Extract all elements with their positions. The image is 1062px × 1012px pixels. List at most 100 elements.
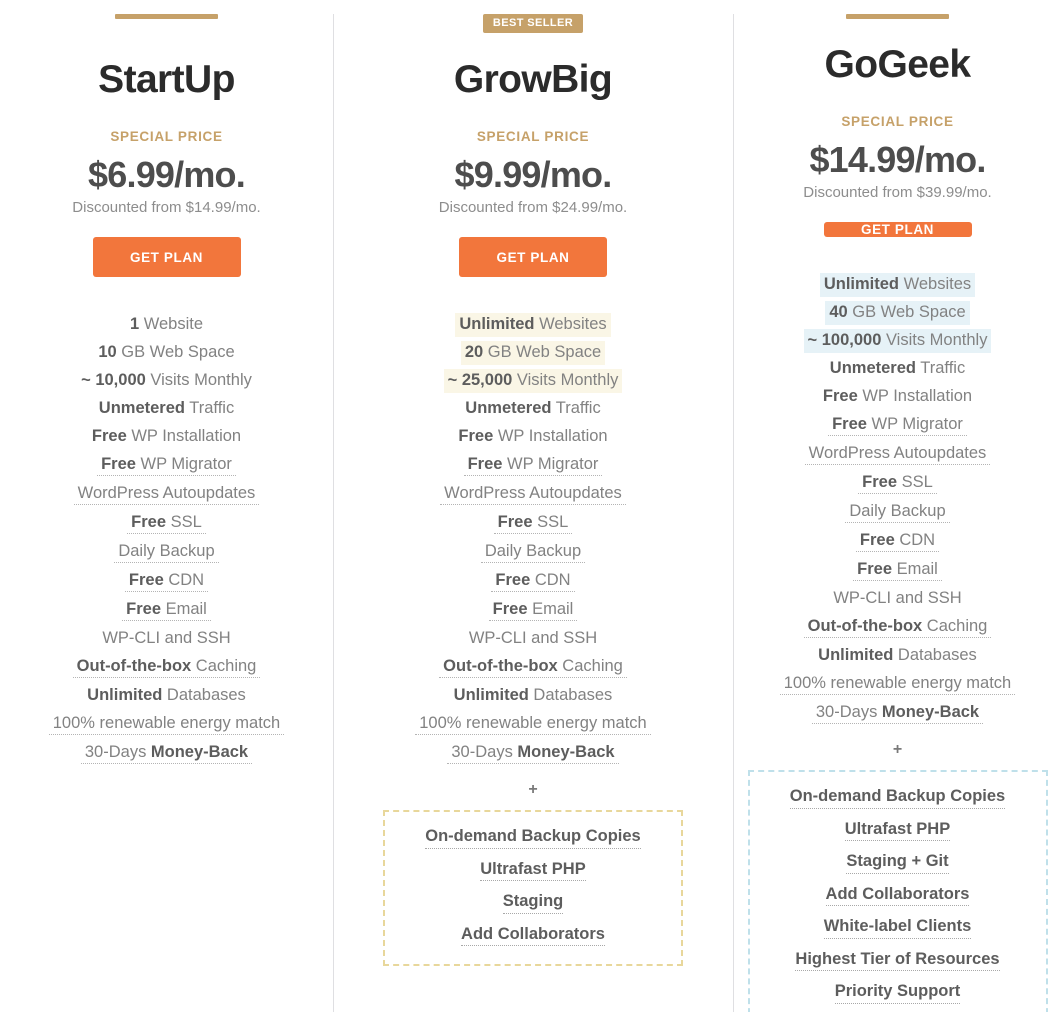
- extra-feature-item[interactable]: Ultrafast PHP: [844, 821, 951, 842]
- feature-item[interactable]: Free WP Migrator: [828, 413, 967, 437]
- feature-label: WP Installation: [493, 427, 608, 446]
- feature-highlight-text: Free: [128, 571, 164, 590]
- feature-item: WP-CLI and SSH: [98, 627, 234, 651]
- feature-item[interactable]: 100% renewable energy match: [415, 712, 651, 736]
- feature-label: SSL: [532, 513, 569, 532]
- feature-highlight-text: Out-of-the-box: [807, 617, 923, 636]
- feature-item[interactable]: Out-of-the-box Caching: [803, 615, 992, 639]
- get-plan-button[interactable]: GET PLAN: [92, 237, 241, 278]
- feature-item: Unmetered Traffic: [95, 397, 238, 421]
- feature-label: Caching: [557, 657, 623, 676]
- feature-item: Unlimited Databases: [814, 644, 981, 668]
- feature-item[interactable]: Daily Backup: [480, 540, 586, 564]
- feature-highlight-text: Unlimited: [818, 646, 894, 665]
- feature-item[interactable]: Free SSL: [127, 511, 206, 535]
- plan-column-growbig: BEST SELLER GrowBig SPECIAL PRICE $9.99/mo.…: [333, 0, 733, 1012]
- extra-feature-item[interactable]: Highest Tier of Resources: [795, 951, 1000, 972]
- feature-item[interactable]: Free SSL: [858, 471, 937, 495]
- feature-item[interactable]: 30-Days Money-Back: [80, 741, 253, 765]
- feature-item[interactable]: Daily Backup: [114, 540, 219, 564]
- feature-item[interactable]: WordPress Autoupdates: [804, 442, 991, 466]
- feature-label: WP-CLI and SSH: [102, 629, 231, 648]
- feature-item[interactable]: 100% renewable energy match: [48, 712, 285, 736]
- extra-feature-item[interactable]: Add Collaborators: [461, 926, 605, 947]
- get-plan-button[interactable]: GET PLAN: [459, 237, 607, 278]
- feature-label: Databases: [893, 646, 977, 665]
- feature-label: GB Web Space: [483, 343, 602, 362]
- feature-item: Unmetered Traffic: [461, 397, 604, 421]
- feature-item[interactable]: WordPress Autoupdates: [73, 482, 260, 506]
- feature-label: Websites: [899, 275, 972, 294]
- feature-label: WP Migrator: [866, 415, 963, 434]
- plan-price: $6.99/mo.: [88, 153, 246, 195]
- feature-highlight-text: Free: [495, 571, 531, 590]
- feature-item[interactable]: Out-of-the-box Caching: [439, 655, 627, 679]
- feature-highlight-text: Unlimited: [459, 315, 535, 334]
- feature-label: Website: [139, 315, 204, 334]
- extra-feature-item[interactable]: Staging: [502, 893, 564, 914]
- feature-highlight-text: ~ 25,000: [447, 371, 513, 390]
- feature-item[interactable]: Free Email: [122, 598, 211, 622]
- extra-features-box: On-demand Backup Copies Ultrafast PHP Stag…: [747, 770, 1048, 1012]
- feature-label: Email: [527, 600, 574, 619]
- feature-item[interactable]: Free CDN: [491, 569, 575, 593]
- special-price-label: SPECIAL PRICE: [841, 114, 954, 129]
- feature-highlight-text: Unmetered: [465, 399, 552, 418]
- feature-label: Traffic: [915, 359, 966, 378]
- discounted-from-text: Discounted from $24.99/mo.: [438, 199, 628, 217]
- feature-label: CDN: [163, 571, 205, 590]
- extra-feature-item[interactable]: On-demand Backup Copies: [425, 828, 641, 849]
- plan-column-startup: StartUp SPECIAL PRICE $6.99/mo. Discounted …: [0, 0, 333, 1012]
- plan-price: $14.99/mo.: [809, 138, 986, 180]
- feature-label: GB Web Space: [847, 303, 966, 322]
- extra-feature-item[interactable]: Staging + Git: [846, 853, 949, 874]
- feature-label: CDN: [530, 571, 571, 590]
- extra-feature-item[interactable]: Ultrafast PHP: [480, 861, 586, 882]
- feature-highlight-text: Unmetered: [829, 359, 916, 378]
- feature-label: WordPress Autoupdates: [444, 484, 622, 503]
- feature-highlight-text: 10: [98, 343, 117, 362]
- feature-highlight-text: Free: [822, 387, 858, 406]
- discounted-from-text: Discounted from $39.99/mo.: [803, 184, 992, 202]
- extra-feature-item[interactable]: On-demand Backup Copies: [789, 788, 1006, 809]
- feature-item[interactable]: Daily Backup: [845, 500, 950, 524]
- feature-highlight-text: Free: [467, 455, 503, 474]
- feature-item[interactable]: 30-Days Money-Back: [447, 741, 619, 765]
- extra-feature-item[interactable]: White-label Clients: [823, 918, 972, 939]
- feature-highlight-suffix: Money-Back: [517, 743, 615, 762]
- feature-label: Traffic: [184, 399, 235, 418]
- extra-feature-item[interactable]: Priority Support: [834, 983, 961, 1004]
- feature-highlight-suffix: Money-Back: [150, 743, 249, 762]
- plan-top-marker: [115, 14, 218, 34]
- feature-item[interactable]: Free WP Migrator: [463, 453, 603, 477]
- feature-item: WP-CLI and SSH: [829, 587, 965, 611]
- feature-highlight-text: Out-of-the-box: [443, 657, 558, 676]
- feature-item[interactable]: Free Email: [853, 558, 942, 582]
- plan-title: StartUp: [98, 58, 235, 101]
- feature-item[interactable]: Free CDN: [855, 529, 940, 553]
- plan-column-gogeek: GoGeek SPECIAL PRICE $14.99/mo. Discounted …: [733, 0, 1062, 1012]
- plan-title: GrowBig: [453, 58, 613, 101]
- feature-item: ~ 100,000 Visits Monthly: [803, 329, 992, 353]
- feature-item[interactable]: Out-of-the-box Caching: [72, 655, 261, 679]
- feature-item[interactable]: 30-Days Money-Back: [811, 701, 984, 725]
- feature-highlight-text: Free: [857, 560, 892, 579]
- feature-item: Unlimited Databases: [450, 684, 617, 708]
- feature-item[interactable]: Free WP Migrator: [97, 453, 236, 477]
- feature-item[interactable]: 100% renewable energy match: [779, 672, 1016, 696]
- feature-list: Unlimited Websites 20 GB Web Space ~ 25,00…: [333, 313, 733, 770]
- extra-feature-item[interactable]: Add Collaborators: [825, 886, 970, 907]
- feature-label: SSL: [166, 513, 202, 532]
- feature-item: ~ 25,000 Visits Monthly: [443, 369, 623, 393]
- feature-item[interactable]: WordPress Autoupdates: [440, 482, 626, 506]
- feature-highlight-text: 20: [464, 343, 484, 362]
- feature-item[interactable]: Free CDN: [124, 569, 209, 593]
- feature-label: Caching: [922, 617, 988, 636]
- feature-item[interactable]: Free Email: [488, 598, 578, 622]
- feature-item[interactable]: Free SSL: [493, 511, 573, 535]
- feature-item: Free WP Installation: [454, 425, 611, 449]
- feature-label: WP Installation: [857, 387, 973, 406]
- get-plan-button[interactable]: GET PLAN: [823, 222, 972, 238]
- extra-features-box: On-demand Backup Copies Ultrafast PHP Stag…: [383, 810, 683, 967]
- feature-item: Unlimited Websites: [819, 273, 976, 297]
